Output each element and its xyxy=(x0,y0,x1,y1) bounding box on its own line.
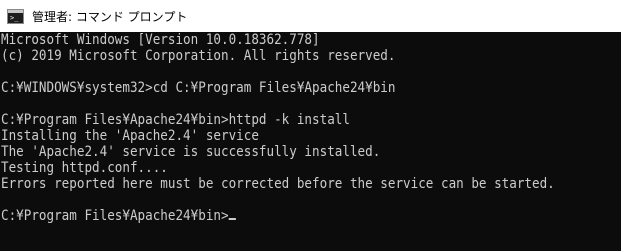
window-title: 管理者: コマンド プロンプト xyxy=(32,9,188,24)
command-prompt-window: >_ 管理者: コマンド プロンプト Microsoft Windows [Ve… xyxy=(0,0,621,251)
command-prompt-icon[interactable]: >_ xyxy=(7,8,24,24)
console-line-version: Microsoft Windows [Version 10.0.18362.77… xyxy=(1,32,320,48)
console-line-testing: Testing httpd.conf.... xyxy=(1,160,168,176)
console-line-cd-command: C:¥WINDOWS¥system32>cd C:¥Program Files¥… xyxy=(1,80,396,96)
console-line-copyright: (c) 2019 Microsoft Corporation. All righ… xyxy=(1,48,396,64)
console-line-httpd-command: C:¥Program Files¥Apache24¥bin>httpd -k i… xyxy=(1,112,350,128)
text-cursor xyxy=(228,218,236,220)
console-line-installed: The 'Apache2.4' service is successfully … xyxy=(1,144,381,160)
console-output[interactable]: Microsoft Windows [Version 10.0.18362.77… xyxy=(0,32,621,251)
console-prompt-line[interactable]: C:¥Program Files¥Apache24¥bin> xyxy=(1,208,559,224)
console-line-errors-note: Errors reported here must be corrected b… xyxy=(1,176,555,192)
console-line-installing: Installing the 'Apache2.4' service xyxy=(1,128,259,144)
title-bar[interactable]: >_ 管理者: コマンド プロンプト xyxy=(0,0,621,32)
console-prompt: C:¥Program Files¥Apache24¥bin> xyxy=(1,208,229,224)
